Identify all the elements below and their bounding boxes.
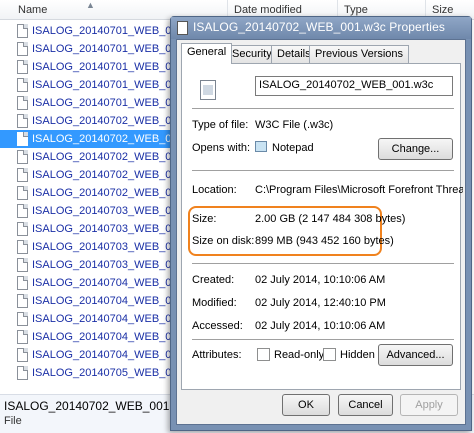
created-value: 02 July 2014, 10:10:06 AM [255, 274, 386, 286]
file-name-field[interactable]: ISALOG_20140702_WEB_001.w3c [255, 76, 453, 96]
details-filename: ISALOG_20140702_WEB_001.w3c [4, 399, 195, 413]
file-icon [17, 78, 28, 92]
general-tab-content: ISALOG_20140702_WEB_001.w3c Type of file… [181, 63, 463, 390]
accessed-value: 02 July 2014, 10:10:06 AM [255, 320, 386, 332]
size-value: 2.00 GB (2 147 484 308 bytes) [255, 213, 406, 225]
file-icon [17, 96, 28, 110]
advanced-button[interactable]: Advanced... [378, 344, 453, 366]
notepad-icon [255, 141, 267, 152]
file-icon [17, 150, 28, 164]
tab-previous-versions[interactable]: Previous Versions [309, 45, 410, 63]
modified-value: 02 July 2014, 12:40:10 PM [255, 297, 386, 309]
separator [192, 339, 454, 341]
file-icon [17, 276, 28, 290]
tab-general[interactable]: General [181, 43, 233, 64]
type-of-file-value: W3C File (.w3c) [255, 119, 334, 131]
separator [192, 170, 454, 172]
type-of-file-label: Type of file: [192, 119, 249, 131]
size-on-disk-value: 899 MB (943 452 160 bytes) [255, 235, 394, 247]
file-icon [17, 24, 28, 38]
file-icon [17, 42, 28, 56]
file-icon [17, 330, 28, 344]
read-only-label[interactable]: Read-only [274, 349, 324, 361]
opens-with-label: Opens with: [192, 142, 251, 154]
file-icon [17, 258, 28, 272]
accessed-label: Accessed: [192, 320, 243, 332]
hidden-checkbox[interactable] [323, 348, 336, 361]
file-icon [17, 60, 28, 74]
opens-with-value: Notepad [272, 142, 314, 154]
attributes-label: Attributes: [192, 349, 242, 361]
file-icon [17, 204, 28, 218]
file-icon [17, 312, 28, 326]
tab-security[interactable]: Security [226, 45, 278, 63]
dialog-title: ISALOG_20140702_WEB_001.w3c Properties [193, 20, 445, 34]
size-label: Size: [192, 213, 217, 225]
file-icon [17, 348, 28, 362]
file-icon [17, 294, 28, 308]
sort-up-icon: ▲ [86, 0, 95, 10]
modified-label: Modified: [192, 297, 237, 309]
size-on-disk-label: Size on disk: [192, 235, 255, 247]
file-icon [17, 240, 28, 254]
ok-button[interactable]: OK [282, 394, 330, 416]
dialog-panel: General Security Details Previous Versio… [176, 39, 466, 425]
dialog-titlebar[interactable]: ISALOG_20140702_WEB_001.w3c Properties [171, 17, 471, 39]
file-icon [17, 222, 28, 236]
file-icon [17, 168, 28, 182]
file-type-icon [200, 80, 216, 100]
separator [192, 108, 454, 110]
details-filetype: File [4, 415, 22, 427]
file-icon [17, 114, 28, 128]
separator [192, 263, 454, 265]
file-icon [177, 21, 188, 35]
cancel-button[interactable]: Cancel [338, 394, 393, 416]
created-label: Created: [192, 274, 235, 286]
hidden-label[interactable]: Hidden [340, 349, 375, 361]
file-icon [17, 186, 28, 200]
location-label: Location: [192, 184, 237, 196]
file-icon [17, 132, 28, 146]
file-icon [17, 366, 28, 380]
apply-button[interactable]: Apply [400, 394, 458, 416]
location-value: C:\Program Files\Microsoft Forefront Thr… [255, 184, 463, 196]
properties-dialog: ISALOG_20140702_WEB_001.w3c Properties G… [170, 16, 472, 431]
change-button[interactable]: Change... [378, 138, 453, 160]
read-only-checkbox[interactable] [257, 348, 270, 361]
